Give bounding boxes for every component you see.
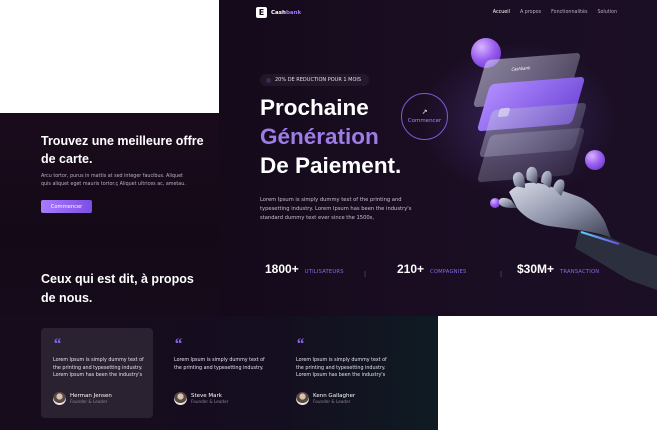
testimonials-title: Ceux qui est dit, à propos de nous.	[41, 272, 194, 305]
quote-icon: “	[53, 336, 61, 353]
testimonial-text: Lorem Ipsum is simply dummy text of the …	[174, 358, 265, 371]
quote-icon: “	[174, 336, 182, 353]
testimonial-card[interactable]: “ Lorem Ipsum is simply dummy text of th…	[41, 328, 153, 418]
testimonial-author: Kenn Gallagher Founder & Leader	[296, 392, 355, 405]
stat-divider: |	[364, 271, 367, 278]
testimonial-text: Lorem Ipsum is simply dummy text of the …	[53, 358, 144, 378]
author-role: Founder & Leader	[191, 399, 229, 404]
stat-users: 1800+ UTILISATEURS	[265, 262, 344, 276]
avatar	[53, 392, 66, 405]
stat-companies-label: COMPAGNIES	[430, 269, 467, 275]
stat-users-value: 1800+	[265, 262, 299, 276]
stat-transaction: $30M+ TRANSACTION	[517, 262, 599, 276]
offer-text: Arcu tortor, purus in mattis at sed inte…	[41, 174, 186, 187]
testimonials-section: “ Lorem Ipsum is simply dummy text of th…	[0, 316, 438, 430]
commencer-button[interactable]: Commencer	[41, 200, 92, 213]
author-role: Founder & Leader	[70, 399, 108, 404]
testimonial-card[interactable]: “ Lorem Ipsum is simply dummy text of th…	[284, 328, 396, 418]
hero-section: E Cashbank Accueil A propos Fonctionnali…	[219, 0, 657, 316]
testimonial-text: Lorem Ipsum is simply dummy text of the …	[296, 358, 387, 378]
stat-companies-value: 210+	[397, 262, 425, 276]
avatar	[296, 392, 309, 405]
quote-icon: “	[296, 336, 304, 353]
offer-section: Trouvez une meilleure offre de carte. Ar…	[0, 113, 219, 316]
stat-divider: |	[500, 271, 503, 278]
author-role: Founder & Leader	[313, 399, 351, 404]
stats-row: 1800+ UTILISATEURS | 210+ COMPAGNIES | $…	[219, 262, 657, 286]
testimonial-card[interactable]: “ Lorem Ipsum is simply dummy text of th…	[162, 328, 274, 418]
stat-transaction-value: $30M+	[517, 262, 555, 276]
avatar	[174, 392, 187, 405]
stat-users-label: UTILISATEURS	[304, 269, 344, 275]
stat-transaction-label: TRANSACTION	[560, 269, 600, 275]
testimonial-author: Steve Mark Founder & Leader	[174, 392, 228, 405]
offer-title: Trouvez une meilleure offre de carte.	[41, 134, 204, 166]
stat-companies: 210+ COMPAGNIES	[397, 262, 466, 276]
testimonial-author: Herman Jensen Founder & Leader	[53, 392, 112, 405]
